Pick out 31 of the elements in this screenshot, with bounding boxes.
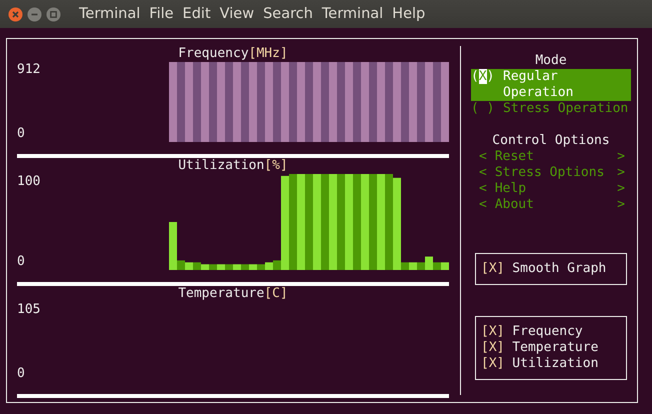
menu-option[interactable]: < Help > — [479, 181, 625, 197]
chart-title: Frequency[MHz] — [177, 46, 289, 62]
axis-label: 0 — [17, 254, 25, 270]
menu-option[interactable]: < Stress Options > — [479, 165, 625, 181]
menu-item[interactable]: Search — [263, 6, 313, 22]
menu-item[interactable]: Help — [392, 6, 426, 22]
axis-label: 105 — [17, 302, 40, 318]
section-title: Control Options — [491, 133, 611, 149]
chart-title: Temperature[C] — [177, 286, 289, 302]
menu-option[interactable]: < About > — [479, 197, 625, 213]
menu-item[interactable]: Terminal — [322, 6, 384, 22]
menu-item[interactable]: Terminal — [79, 6, 140, 22]
menu-option[interactable]: < Reset > — [479, 149, 625, 165]
close-icon[interactable] — [8, 6, 23, 22]
minimize-icon[interactable] — [27, 6, 42, 22]
maximize-icon[interactable] — [46, 6, 61, 22]
menu-item[interactable]: View — [220, 6, 254, 22]
checkbox[interactable]: [X] Utilization — [481, 356, 621, 372]
checkbox[interactable]: [X] Frequency — [481, 324, 621, 340]
radio-option[interactable]: ( ) Stress Operation — [471, 101, 631, 117]
menu-item[interactable]: Edit — [182, 6, 211, 22]
section-title: Mode — [534, 53, 568, 69]
checkbox[interactable]: [X] Temperature — [481, 340, 621, 356]
axis-label: 0 — [17, 366, 25, 382]
menu-item[interactable]: File — [149, 6, 174, 22]
axis-label: 0 — [17, 126, 25, 142]
axis-label: 912 — [17, 62, 40, 78]
chart-title: Utilization[%] — [177, 158, 289, 174]
radio-option[interactable]: (X) Regular Operation — [471, 69, 631, 101]
axis-label: 100 — [17, 174, 40, 190]
checkbox[interactable]: [X] Smooth Graph — [481, 261, 621, 277]
